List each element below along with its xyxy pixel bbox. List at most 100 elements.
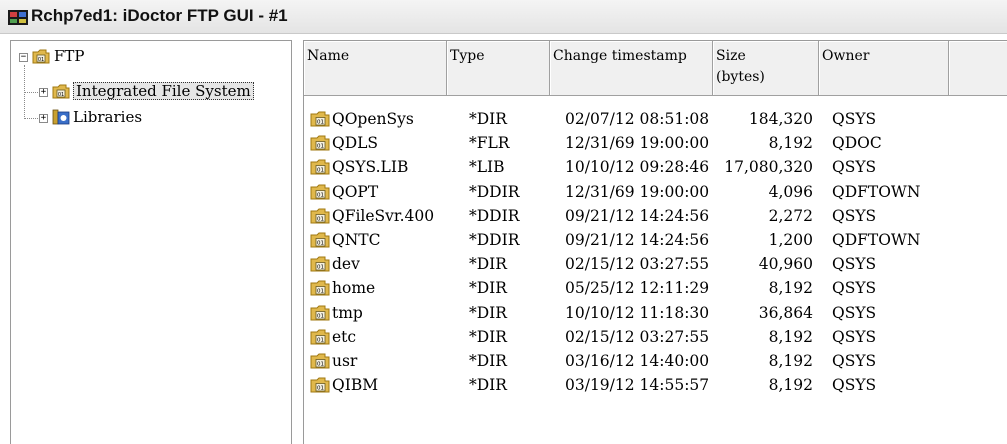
table-row[interactable]: 01 QDLS *FLR 12/31/69 19:00:00 8,192 QDOC (304, 131, 1007, 155)
cell-type: *DIR (469, 376, 507, 395)
svg-text:01: 01 (317, 265, 324, 271)
cell-size: 1,200 (768, 231, 813, 249)
cell-size: 184,320 (748, 110, 813, 128)
cell-type: *DIR (469, 279, 507, 298)
svg-text:01: 01 (317, 216, 324, 222)
folder-icon: 01 (310, 377, 330, 393)
window-title: Rchp7ed1: iDoctor FTP GUI - #1 (31, 6, 288, 25)
cell-type: *DIR (469, 303, 507, 322)
cell-size: 8,192 (768, 352, 813, 370)
table-row[interactable]: 01 tmp *DIR 10/10/12 11:18:30 36,864 QSYS (304, 301, 1007, 325)
svg-text:01: 01 (317, 120, 324, 126)
cell-name: dev (332, 255, 360, 274)
libraries-icon (52, 109, 70, 125)
cell-change-timestamp: 12/31/69 19:00:00 (565, 182, 710, 201)
cell-size: 40,960 (758, 255, 813, 274)
expand-toggle[interactable]: + (39, 88, 48, 97)
svg-text:01: 01 (317, 144, 324, 150)
app-window-icon (8, 10, 28, 25)
cell-name: QSYS.LIB (332, 158, 409, 177)
cell-change-timestamp: 10/10/12 11:18:30 (565, 303, 710, 322)
folder-icon: 01 (310, 329, 330, 345)
folder-icon: 01 (310, 111, 330, 127)
cell-size: 4,096 (768, 182, 813, 201)
cell-size: 8,192 (768, 279, 813, 298)
svg-text:01: 01 (317, 192, 324, 198)
column-header-owner[interactable]: Owner (819, 41, 949, 96)
cell-type: *DDIR (469, 231, 520, 249)
title-bar[interactable]: Rchp7ed1: iDoctor FTP GUI - #1 (0, 0, 1007, 34)
table-row[interactable]: 01 QNTC *DDIR 09/21/12 14:24:56 1,200 QDFTOWN (304, 228, 1007, 252)
cell-size: 17,080,320 (724, 158, 813, 177)
table-row[interactable]: 01 usr *DIR 03/16/12 14:40:00 8,192 QSYS (304, 349, 1007, 373)
column-header-change-timestamp[interactable]: Change timestamp (550, 41, 713, 96)
cell-size: 36,864 (758, 303, 813, 322)
cell-change-timestamp: 02/15/12 03:27:55 (565, 255, 710, 274)
splitter[interactable] (292, 40, 303, 444)
table-row[interactable]: 01 QSYS.LIB *LIB 10/10/12 09:28:46 17,080,32… (304, 155, 1007, 179)
svg-text:01: 01 (317, 313, 324, 319)
cell-name: QIBM (332, 376, 379, 395)
table-row[interactable]: 01 QOPT *DDIR 12/31/69 19:00:00 4,096 QDFTOWN (304, 180, 1007, 204)
column-header-name[interactable]: Name (304, 41, 447, 96)
cell-change-timestamp: 09/21/12 14:24:56 (565, 231, 710, 249)
cell-size: 8,192 (768, 376, 813, 395)
expand-toggle[interactable]: + (39, 114, 48, 123)
svg-text:01: 01 (317, 168, 324, 174)
cell-owner: QSYS (832, 327, 877, 346)
folder-icon: 01 (310, 353, 330, 369)
collapse-toggle[interactable]: − (19, 53, 28, 62)
cell-change-timestamp: 09/21/12 14:24:56 (565, 206, 710, 225)
tree-node-label: FTP (54, 47, 85, 65)
cell-owner: QSYS (832, 376, 877, 395)
cell-owner: QSYS (832, 303, 877, 322)
svg-text:01: 01 (58, 92, 64, 98)
cell-name: QNTC (332, 231, 381, 249)
table-row[interactable]: 01 dev *DIR 02/15/12 03:27:55 40,960 QSYS (304, 252, 1007, 276)
navigation-tree[interactable]: − 01 FTP + 01 Integrated File System + L… (10, 40, 292, 444)
folder-icon: 01 (310, 305, 330, 321)
cell-owner: QDFTOWN (832, 182, 921, 201)
table-row[interactable]: 01 QOpenSys *DIR 02/07/12 08:51:08 184,320 QS… (304, 107, 1007, 131)
cell-owner: QSYS (832, 255, 877, 274)
cell-owner: QDOC (832, 134, 882, 153)
cell-name: tmp (332, 303, 363, 322)
cell-name: QOPT (332, 182, 379, 201)
column-header-size[interactable]: Size (bytes) (713, 41, 819, 96)
table-row[interactable]: 01 etc *DIR 02/15/12 03:27:55 8,192 QSYS (304, 325, 1007, 349)
cell-size: 8,192 (768, 134, 813, 153)
folder-icon: 01 (310, 232, 330, 248)
cell-name: etc (332, 327, 357, 346)
cell-name: QFileSvr.400 (332, 206, 435, 225)
cell-name: QOpenSys (332, 110, 414, 128)
cell-type: *LIB (469, 158, 505, 177)
cell-type: *DIR (469, 110, 507, 128)
column-header-filler (949, 41, 1007, 96)
cell-owner: QDFTOWN (832, 231, 921, 249)
folder-icon: 01 (32, 49, 50, 64)
cell-change-timestamp: 05/25/12 12:11:29 (565, 279, 710, 298)
cell-change-timestamp: 10/10/12 09:28:46 (565, 158, 710, 177)
cell-type: *FLR (469, 134, 510, 153)
svg-text:01: 01 (38, 57, 44, 63)
column-header-type[interactable]: Type (447, 41, 550, 96)
cell-size: 2,272 (768, 206, 813, 225)
folder-icon: 01 (310, 256, 330, 272)
table-row[interactable]: 01 QIBM *DIR 03/19/12 14:55:57 8,192 QSYS (304, 373, 1007, 397)
cell-owner: QSYS (832, 352, 877, 370)
table-row[interactable]: 01 QFileSvr.400 *DDIR 09/21/12 14:24:56 2,27… (304, 204, 1007, 228)
svg-text:01: 01 (317, 241, 324, 247)
folder-icon: 01 (310, 184, 330, 200)
file-list[interactable]: Name Type Change timestamp Size (bytes) … (303, 40, 1007, 444)
cell-owner: QSYS (832, 110, 877, 128)
tree-node-label: Libraries (73, 108, 143, 126)
cell-owner: QSYS (832, 206, 877, 225)
cell-name: QDLS (332, 134, 379, 153)
table-row[interactable]: 01 home *DIR 05/25/12 12:11:29 8,192 QSYS (304, 276, 1007, 300)
folder-icon: 01 (310, 208, 330, 224)
cell-type: *DIR (469, 255, 507, 274)
cell-change-timestamp: 02/15/12 03:27:55 (565, 327, 710, 346)
svg-text:01: 01 (317, 337, 324, 343)
cell-name: home (332, 279, 376, 298)
folder-icon: 01 (310, 159, 330, 175)
